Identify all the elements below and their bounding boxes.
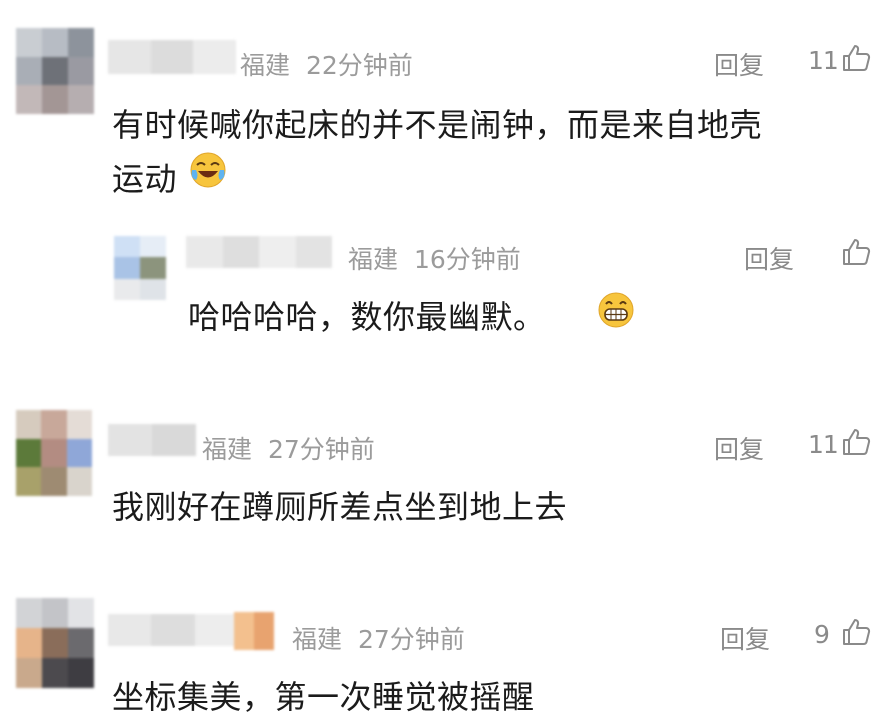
thumbs-up-icon[interactable]: [840, 42, 872, 74]
comment-text: 有时候喊你起床的并不是闹钟，而是来自地壳: [112, 106, 763, 144]
avatar[interactable]: [16, 28, 94, 114]
comment-time: 27分钟前: [358, 625, 465, 654]
thumbs-up-icon[interactable]: [840, 426, 872, 458]
username[interactable]: [108, 40, 236, 74]
avatar[interactable]: [16, 598, 94, 688]
comment-time: 27分钟前: [268, 435, 375, 464]
comment-text: 哈哈哈哈，数你最幽默。: [188, 298, 546, 336]
comment-time: 16分钟前: [414, 245, 521, 274]
avatar[interactable]: [16, 410, 92, 496]
comment-location: 福建: [348, 245, 399, 274]
username[interactable]: [108, 614, 238, 646]
avatar[interactable]: [114, 236, 166, 300]
username[interactable]: [186, 236, 332, 268]
reply-button[interactable]: 回复: [714, 430, 764, 466]
like-count: 9: [814, 620, 830, 649]
comment-location: 福建: [240, 51, 291, 80]
like-count: 11: [808, 46, 839, 75]
thumbs-up-icon[interactable]: [840, 616, 872, 648]
comment-text: 运动: [112, 160, 178, 198]
like-count: 11: [808, 430, 839, 459]
grinning-emoji: [598, 292, 634, 328]
reply-button[interactable]: 回复: [744, 240, 794, 276]
comment-text: 我刚好在蹲厕所差点坐到地上去: [112, 488, 568, 526]
crying-laughing-emoji: [190, 152, 226, 188]
comment-text: 坐标集美，第一次睡觉被摇醒: [112, 678, 535, 716]
comment-time: 22分钟前: [306, 51, 413, 80]
reply-button[interactable]: 回复: [714, 46, 764, 82]
username[interactable]: [108, 424, 196, 456]
reply-button[interactable]: 回复: [720, 620, 770, 656]
comment-location: 福建: [202, 435, 253, 464]
comment-location: 福建: [292, 625, 343, 654]
user-badge: [234, 612, 274, 650]
thumbs-up-icon[interactable]: [840, 236, 872, 268]
